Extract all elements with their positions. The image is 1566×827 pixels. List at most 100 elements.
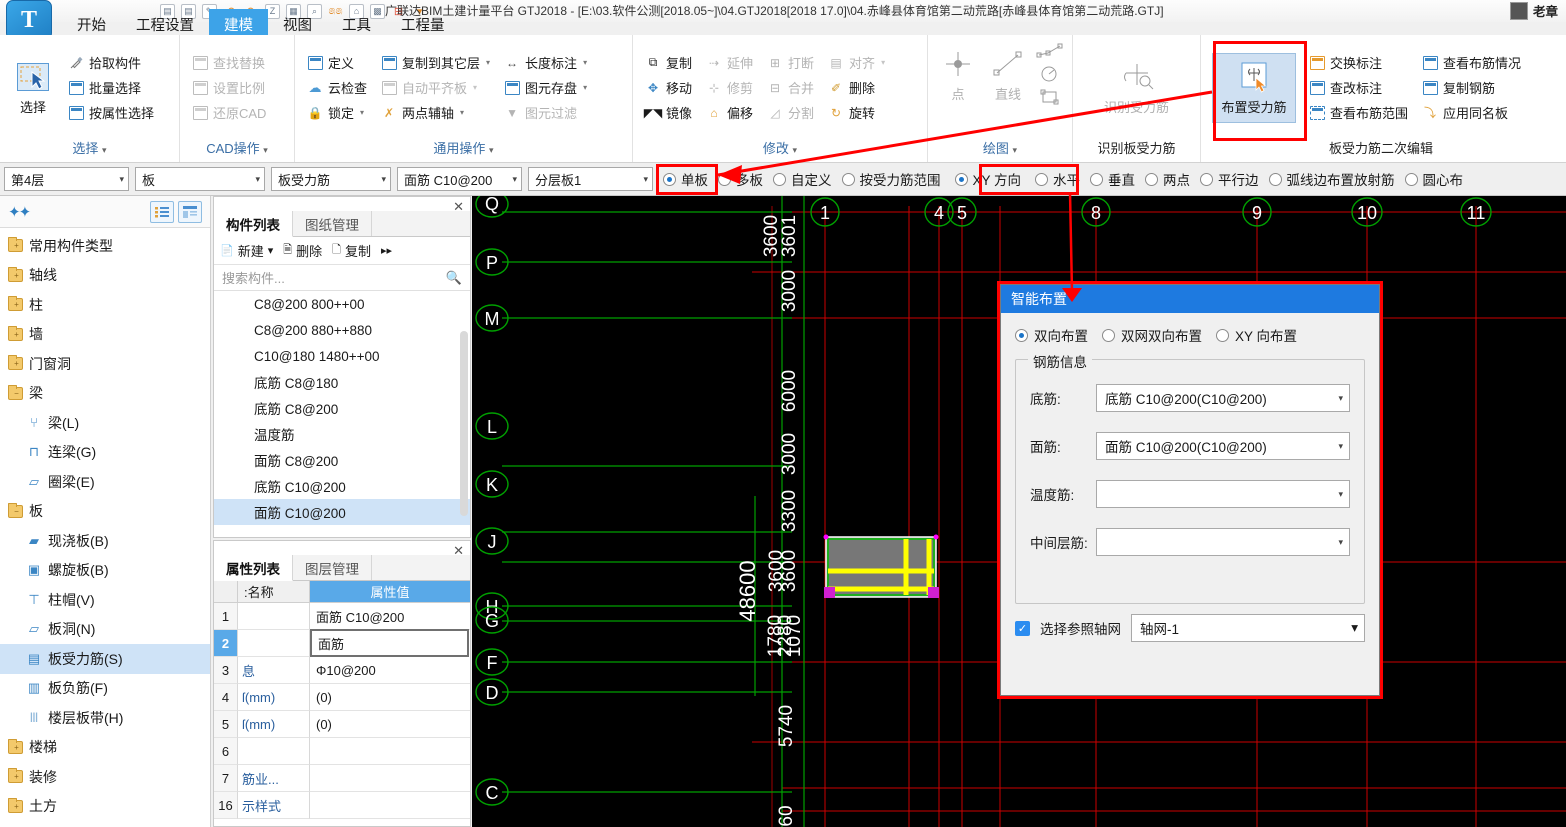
- sidebar-item-axis[interactable]: + 轴线: [0, 261, 210, 291]
- smart-layout-dialog[interactable]: 智能布置 双向布置 双网双向布置 XY 向布置 钢筋信息 底筋: 底筋 C10@…: [1000, 284, 1380, 696]
- radio-horizontal[interactable]: 水平: [1027, 169, 1080, 189]
- radio-xy-layout[interactable]: XY 向布置: [1216, 325, 1297, 345]
- table-row[interactable]: 5 ſ(mm) (0): [214, 711, 470, 738]
- sidebar-item-spiral-slab-b[interactable]: ▣ 螺旋板(B): [0, 556, 210, 586]
- sidebar-item-beam-l[interactable]: ⑂ 梁(L): [0, 408, 210, 438]
- row-value[interactable]: (0): [310, 684, 470, 711]
- more-toolbar-button[interactable]: ▸▸: [381, 244, 392, 257]
- trim-button[interactable]: ⊹ 修剪: [702, 76, 757, 99]
- favorite-icon[interactable]: ✦✦: [8, 203, 31, 221]
- table-row[interactable]: 16 示样式: [214, 792, 470, 819]
- copy-rebar-button[interactable]: 复制钢筋: [1418, 76, 1525, 99]
- radio-bidirectional-layout[interactable]: 双向布置: [1015, 325, 1088, 345]
- component-panel-tabs[interactable]: 构件列表 图纸管理: [214, 211, 470, 237]
- detail-view-icon[interactable]: [178, 200, 202, 223]
- sidebar-item-column[interactable]: + 柱: [0, 290, 210, 320]
- recognize-rebar-button[interactable]: 识别受力筋: [1087, 56, 1187, 120]
- sidebar-item-door-window[interactable]: + 门窗洞: [0, 349, 210, 379]
- radio-single-slab[interactable]: 单板: [659, 169, 708, 189]
- radio-custom[interactable]: 自定义: [769, 169, 832, 189]
- merge-button[interactable]: ⊟ 合并: [763, 76, 818, 99]
- radio-multi-slab[interactable]: 多板: [714, 169, 763, 189]
- sidebar-item-stair[interactable]: + 楼梯: [0, 733, 210, 763]
- list-item[interactable]: 底筋 C8@180: [214, 369, 470, 395]
- group-caption-select[interactable]: 选择 ▾: [5, 138, 174, 162]
- radio-double-mesh-bidirectional-layout[interactable]: 双网双向布置: [1102, 325, 1202, 345]
- lock-button[interactable]: 🔒 锁定 ▾: [303, 101, 371, 124]
- component-search-field[interactable]: 搜索构件... 🔍: [214, 265, 470, 291]
- copy-to-other-layer-button[interactable]: 复制到其它层 ▾: [377, 51, 494, 74]
- sidebar-item-coupling-beam-g[interactable]: ⊓ 连梁(G): [0, 438, 210, 468]
- row-value[interactable]: Φ10@200: [310, 657, 470, 684]
- radio-two-point[interactable]: 两点: [1141, 169, 1190, 189]
- layout-mode-radio-group[interactable]: 双向布置 双网双向布置 XY 向布置: [1015, 325, 1365, 345]
- sidebar-item-slab[interactable]: − 板: [0, 497, 210, 527]
- table-row[interactable]: 2 面筋: [214, 629, 470, 657]
- apply-same-slab-button[interactable]: ⤵ 应用同名板: [1418, 101, 1525, 124]
- row-value[interactable]: (0): [310, 711, 470, 738]
- component-list-scrollbar[interactable]: [460, 331, 468, 516]
- component-items-list[interactable]: C8@200 800++00 C8@200 880++880 C10@180 1…: [214, 291, 470, 544]
- group-caption-modify[interactable]: 修改 ▾: [638, 138, 922, 162]
- search-icon[interactable]: 🔍: [446, 270, 462, 286]
- table-row[interactable]: 4 ſ(mm) (0): [214, 684, 470, 711]
- category-select[interactable]: 板 ▾: [135, 167, 265, 191]
- list-view-icon[interactable]: [150, 200, 174, 223]
- group-caption-general[interactable]: 通用操作 ▾: [300, 138, 627, 162]
- select-button[interactable]: 选择: [5, 56, 61, 120]
- length-dimension-button[interactable]: ↔ 长度标注 ▾: [500, 51, 591, 74]
- define-button[interactable]: 定义: [303, 51, 371, 74]
- set-scale-button[interactable]: 设置比例: [188, 76, 270, 99]
- pick-component-button[interactable]: 拾取构件: [64, 51, 158, 74]
- radio-parallel-edge[interactable]: 平行边: [1196, 169, 1259, 189]
- circle-icon[interactable]: [1036, 66, 1064, 85]
- properties-panel-tabs[interactable]: 属性列表 图层管理: [214, 555, 470, 581]
- point-tool-button[interactable]: 点: [933, 43, 983, 107]
- sidebar-item-wall[interactable]: + 墙: [0, 320, 210, 350]
- tab-layer-management[interactable]: 图层管理: [293, 555, 372, 580]
- list-item[interactable]: 底筋 C10@200: [214, 473, 470, 499]
- group-caption-draw[interactable]: 绘图 ▾: [933, 138, 1067, 162]
- edit-dimension-button[interactable]: 查改标注: [1305, 76, 1412, 99]
- sidebar-item-earthwork[interactable]: + 土方: [0, 792, 210, 822]
- find-replace-button[interactable]: 查找替换: [188, 51, 270, 74]
- sidebar-item-slab-rebar-s[interactable]: ▤ 板受力筋(S): [0, 644, 210, 674]
- element-save-button[interactable]: 图元存盘 ▾: [500, 76, 591, 99]
- tab-property-list[interactable]: 属性列表: [214, 555, 293, 581]
- cloud-check-button[interactable]: ☁ 云检查: [303, 76, 371, 99]
- list-item[interactable]: 面筋 C10@200: [214, 499, 470, 525]
- floor-select[interactable]: 第4层 ▾: [4, 167, 129, 191]
- table-row[interactable]: 7 筋业...: [214, 765, 470, 792]
- offset-button[interactable]: ⌂ 偏移: [702, 101, 757, 124]
- view-rebar-status-button[interactable]: 查看布筋情况: [1418, 51, 1525, 74]
- list-item[interactable]: 面筋 C8@200: [214, 447, 470, 473]
- new-component-button[interactable]: 📄 新建 ▾: [220, 241, 273, 260]
- bottom-rebar-select[interactable]: 底筋 C10@200(C10@200) ▾: [1096, 384, 1350, 412]
- row-value[interactable]: [310, 765, 470, 792]
- radio-by-rebar-range[interactable]: 按受力筋范围: [838, 169, 941, 189]
- line-tool-button[interactable]: 直线: [983, 43, 1033, 107]
- move-button[interactable]: ✥ 移动: [641, 76, 696, 99]
- radio-center-layout[interactable]: 圆心布: [1401, 169, 1463, 189]
- group-caption-cad[interactable]: CAD操作 ▾: [185, 138, 289, 162]
- copy-button[interactable]: ⧉ 复制: [641, 51, 696, 74]
- rectangle-icon[interactable]: [1036, 89, 1064, 108]
- tab-drawing-management[interactable]: 图纸管理: [293, 211, 372, 236]
- temperature-rebar-select[interactable]: ▾: [1096, 480, 1350, 508]
- sidebar-item-cast-slab-b[interactable]: ▰ 现浇板(B): [0, 526, 210, 556]
- select-by-property-button[interactable]: 按属性选择: [64, 101, 158, 124]
- table-row[interactable]: 6: [214, 738, 470, 765]
- delete-component-button[interactable]: 🗎 删除: [283, 241, 322, 260]
- swap-dimension-button[interactable]: 交换标注: [1305, 51, 1412, 74]
- sidebar-item-ring-beam-e[interactable]: ▱ 圈梁(E): [0, 467, 210, 497]
- row-value[interactable]: 面筋 C10@200: [310, 603, 470, 630]
- list-item[interactable]: C8@200 880++880: [214, 317, 470, 343]
- middle-layer-rebar-select[interactable]: ▾: [1096, 528, 1350, 556]
- rebar-select[interactable]: 面筋 C10@200 ▾: [397, 167, 522, 191]
- rotate-button[interactable]: ↻ 旋转: [824, 101, 889, 124]
- radio-vertical[interactable]: 垂直: [1086, 169, 1135, 189]
- list-item[interactable]: C8@200 800++00: [214, 291, 470, 317]
- place-rebar-button[interactable]: 布置受力筋: [1212, 52, 1296, 123]
- restore-cad-button[interactable]: 还原CAD: [188, 101, 270, 124]
- reference-grid-select[interactable]: 轴网-1 ▾: [1131, 614, 1365, 642]
